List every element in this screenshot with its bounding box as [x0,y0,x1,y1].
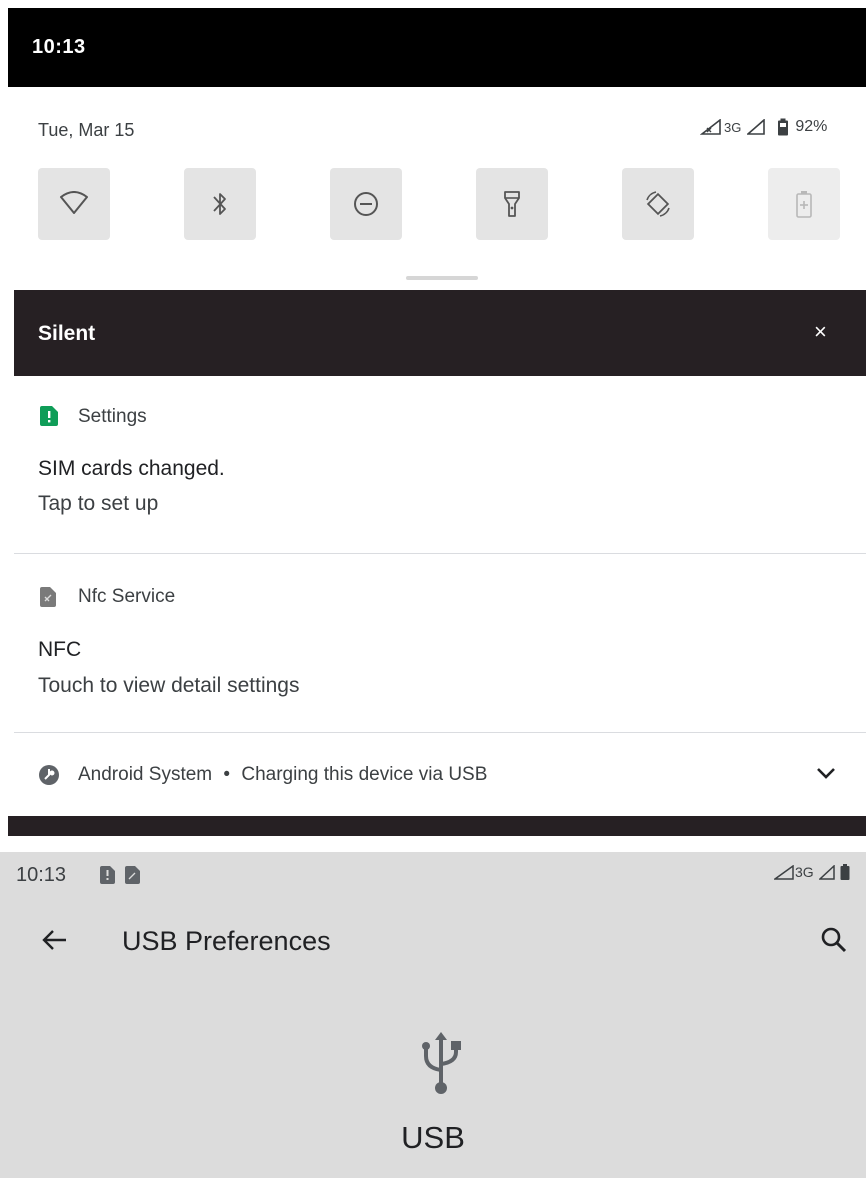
status-notification-icons [100,866,140,884]
signal-2-icon [747,119,766,135]
do-not-disturb-icon [354,192,378,216]
shade-bottom-bar [8,816,866,836]
signal-icon [700,119,721,135]
notification-body: Touch to view detail settings [38,674,300,697]
notification-app-name: Android System [78,764,213,785]
notification-summary: Charging this device via USB [241,764,488,785]
wifi-icon [60,191,88,214]
notification-nfc[interactable] [14,555,866,732]
battery-percent: 92% [795,118,828,135]
notification-separator: • [223,764,231,785]
battery-icon [778,118,789,136]
notification-app-name: Nfc Service [78,586,176,607]
nfc-icon [125,866,140,884]
usb-section-label: USB [401,1120,465,1155]
status-bar [8,8,866,87]
notification-title: SIM cards changed. [38,457,225,480]
status-indicators: 3G [774,864,850,880]
signal-2-icon [818,864,835,880]
flashlight-icon [504,191,520,217]
silent-section-title: Silent [38,322,96,345]
qs-tile-auto-rotate[interactable] [622,168,694,240]
search-icon[interactable] [820,926,848,954]
notification-summary-line: Android System • Charging this device vi… [78,764,487,786]
notification-body: Tap to set up [38,492,159,515]
signal-icon [774,864,794,880]
bluetooth-icon [213,193,226,215]
network-type: 3G [795,864,814,880]
divider [14,553,866,554]
qs-tile-bluetooth[interactable] [184,168,256,240]
status-time: 10:13 [16,864,67,886]
android-system-icon [39,765,59,785]
notification-app-name: Settings [78,406,147,427]
sim-alert-icon [100,866,115,884]
silent-section-header [14,290,866,376]
silent-clear-button[interactable]: × [814,320,827,344]
qs-tile-do-not-disturb[interactable] [330,168,402,240]
sim-alert-icon [40,406,58,426]
qs-tile-wifi[interactable] [38,168,110,240]
auto-rotate-icon [646,191,670,217]
divider [14,732,866,733]
back-arrow-icon[interactable] [40,928,68,952]
qs-tile-battery-saver[interactable] [768,168,840,240]
notification-title: NFC [38,638,82,661]
chevron-down-icon[interactable] [816,766,836,780]
battery-saver-icon [796,191,812,218]
status-time: 10:13 [32,36,86,58]
battery-icon [840,864,850,880]
usb-icon [422,1032,461,1094]
qs-status-indicators: 3G 92% [700,118,827,136]
qs-tile-flashlight[interactable] [476,168,548,240]
qs-drag-handle[interactable] [406,276,478,280]
nfc-icon [40,587,56,607]
qs-date[interactable]: Tue, Mar 15 [38,120,134,141]
page-title: USB Preferences [122,926,331,956]
network-type: 3G [724,119,742,135]
